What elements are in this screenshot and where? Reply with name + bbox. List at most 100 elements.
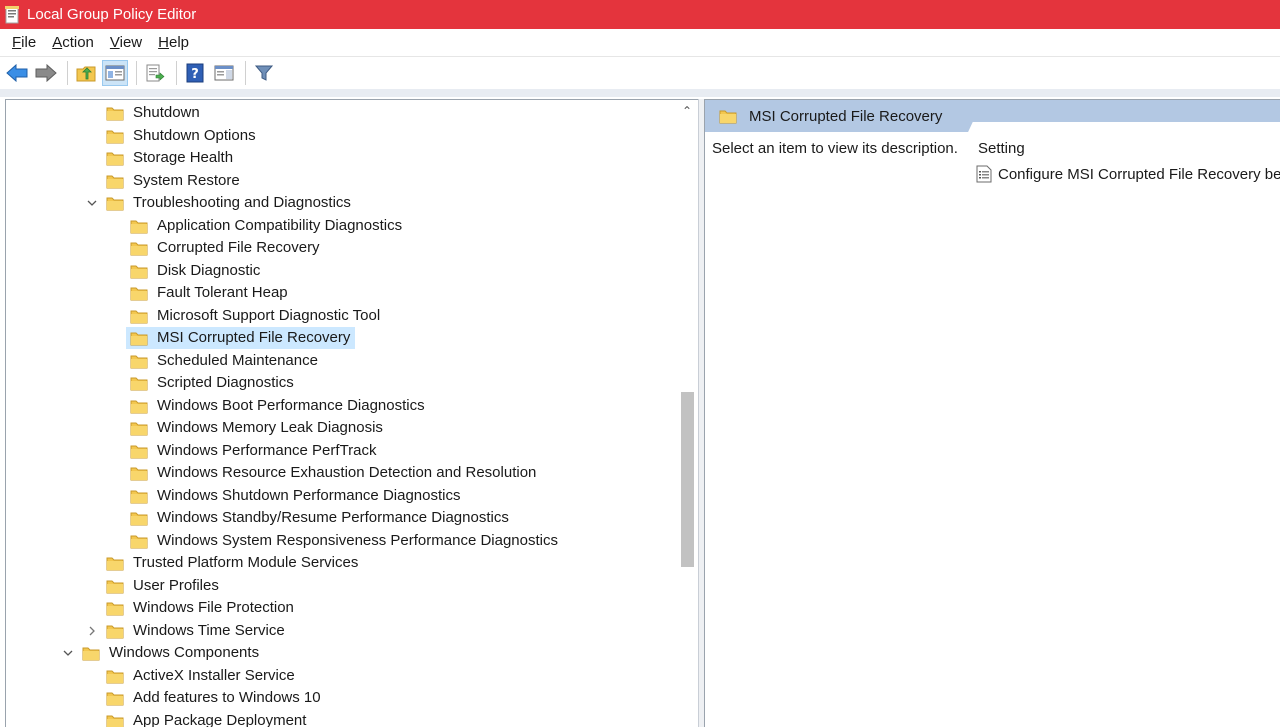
tree-item[interactable]: User Profiles	[106, 575, 222, 597]
folder-icon	[130, 377, 148, 391]
tree-item-label: Microsoft Support Diagnostic Tool	[157, 306, 381, 324]
folder-icon	[106, 175, 124, 188]
folder-icon	[106, 580, 124, 593]
folder-icon	[130, 400, 148, 413]
help-button[interactable]: ?	[182, 60, 208, 86]
tree-item[interactable]: Windows Components	[63, 642, 262, 664]
menu-action[interactable]: Action	[44, 34, 102, 51]
folder-icon	[719, 110, 737, 124]
menu-help[interactable]: Help	[150, 34, 197, 51]
tree-item[interactable]: Storage Health	[106, 147, 236, 169]
tree-item-label: Windows Components	[109, 644, 260, 661]
forward-arrow-icon	[35, 64, 57, 82]
folder-icon	[82, 647, 100, 661]
tree-item-label: Shutdown	[133, 104, 200, 121]
tree-item-label: ActiveX Installer Service	[133, 666, 295, 684]
tree-item[interactable]: Scripted Diagnostics	[130, 372, 297, 394]
description-text: Select an item to view its description.	[712, 140, 958, 157]
tree-item[interactable]: ActiveX Installer Service	[106, 665, 298, 687]
tree-item[interactable]: Corrupted File Recovery	[130, 237, 323, 259]
tree-item[interactable]: Windows Resource Exhaustion Detection an…	[130, 462, 539, 484]
tree-item-label: Shutdown Options	[133, 126, 256, 144]
folder-icon	[106, 130, 124, 143]
action-pane-icon	[214, 65, 234, 81]
tree-item-label: App Package Deployment	[133, 711, 307, 727]
tree-item[interactable]: Disk Diagnostic	[130, 260, 263, 282]
tree-item-label: Application Compatibility Diagnostics	[157, 216, 403, 234]
tree-item-label: Windows File Protection	[133, 599, 294, 616]
chevron-down-icon[interactable]	[86, 197, 98, 209]
console-tree-pane[interactable]: Shutdown Shutdown Options Storage Health Sy…	[5, 99, 698, 727]
tree-item[interactable]: Windows Memory Leak Diagnosis	[130, 417, 386, 439]
tree-item[interactable]: Shutdown	[106, 102, 203, 124]
menu-bar: File Action View Help	[0, 29, 1280, 57]
folder-icon	[130, 535, 148, 548]
folder-icon	[106, 197, 124, 211]
tree-item-label: Storage Health	[133, 149, 234, 166]
column-header-setting[interactable]: Setting	[978, 140, 1025, 157]
filter-button[interactable]	[251, 60, 277, 86]
folder-icon	[106, 107, 124, 121]
tree-item[interactable]: Add features to Windows 10	[106, 687, 324, 709]
tree-item[interactable]: Windows Performance PerfTrack	[130, 440, 380, 462]
folder-icon	[130, 512, 148, 526]
tree-vertical-scrollbar[interactable]: ⌃	[676, 100, 698, 727]
up-one-level-button[interactable]	[73, 60, 99, 86]
tree-item[interactable]: Windows Standby/Resume Performance Diagn…	[130, 507, 512, 529]
tree-item-label: Disk Diagnostic	[157, 261, 261, 279]
export-list-button[interactable]	[142, 60, 168, 86]
tree-item[interactable]: App Package Deployment	[106, 710, 309, 727]
tree-item-label: Windows Standby/Resume Performance Diagn…	[157, 509, 509, 526]
toolbar-separator	[245, 61, 246, 85]
tree-item[interactable]: Microsoft Support Diagnostic Tool	[130, 305, 383, 327]
chevron-down-icon[interactable]	[62, 647, 74, 659]
folder-icon	[130, 445, 148, 458]
tree-item-label: System Restore	[133, 171, 240, 189]
show-hide-console-tree-button[interactable]	[102, 60, 128, 86]
toolbar-separator	[176, 61, 177, 85]
tree-item[interactable]: System Restore	[106, 170, 243, 192]
tree-item[interactable]: Windows System Responsiveness Performanc…	[130, 530, 561, 552]
back-arrow-icon	[6, 64, 28, 82]
back-button[interactable]	[4, 60, 30, 86]
tree-item[interactable]: Trusted Platform Module Services	[106, 552, 361, 574]
help-icon: ?	[186, 63, 204, 83]
show-action-pane-button[interactable]	[211, 60, 237, 86]
tree-item[interactable]: Application Compatibility Diagnostics	[130, 215, 405, 237]
scrollbar-thumb[interactable]	[681, 392, 694, 567]
forward-button[interactable]	[33, 60, 59, 86]
tree-item[interactable]: Shutdown Options	[106, 125, 259, 147]
tree-item[interactable]: Windows File Protection	[106, 597, 297, 619]
tree-item-label: Scripted Diagnostics	[157, 374, 294, 391]
setting-item[interactable]: Configure MSI Corrupted File Recovery be…	[976, 165, 1280, 183]
title-bar[interactable]: Local Group Policy Editor	[0, 0, 1280, 29]
menu-view[interactable]: View	[102, 34, 150, 51]
folder-icon	[106, 692, 124, 706]
tree-item-label: Add features to Windows 10	[133, 689, 321, 706]
folder-icon	[130, 242, 148, 256]
tree-item[interactable]: Windows Boot Performance Diagnostics	[130, 395, 428, 417]
setting-label: Configure MSI Corrupted File Recovery be…	[998, 165, 1280, 183]
toolbar: ?	[0, 57, 1280, 89]
tree-item[interactable]: Windows Shutdown Performance Diagnostics	[130, 485, 463, 507]
folder-icon	[106, 602, 124, 616]
tree-item[interactable]: Fault Tolerant Heap	[130, 282, 291, 304]
tree-item[interactable]: Windows Time Service	[89, 620, 288, 642]
folder-up-icon	[76, 66, 96, 82]
folder-icon	[130, 265, 148, 278]
tree-item[interactable]: Scheduled Maintenance	[130, 350, 321, 372]
tree-item[interactable]: MSI Corrupted File Recovery	[126, 327, 356, 349]
chevron-right-icon[interactable]	[86, 625, 98, 637]
svg-text:?: ?	[191, 67, 199, 82]
folder-icon	[130, 220, 148, 233]
menu-file[interactable]: File	[4, 34, 44, 51]
details-header: MSI Corrupted File Recovery	[705, 100, 1280, 132]
tree-item-label: Windows Performance PerfTrack	[157, 441, 377, 459]
folder-icon	[106, 557, 124, 571]
scroll-up-arrow-icon[interactable]: ⌃	[681, 105, 693, 117]
tree-item-label: Windows Boot Performance Diagnostics	[157, 396, 425, 414]
tree-item-label: MSI Corrupted File Recovery	[154, 327, 354, 349]
tree-item[interactable]: Troubleshooting and Diagnostics	[87, 192, 354, 214]
folder-icon	[106, 152, 124, 166]
tree-item-label: Windows Resource Exhaustion Detection an…	[157, 464, 537, 481]
